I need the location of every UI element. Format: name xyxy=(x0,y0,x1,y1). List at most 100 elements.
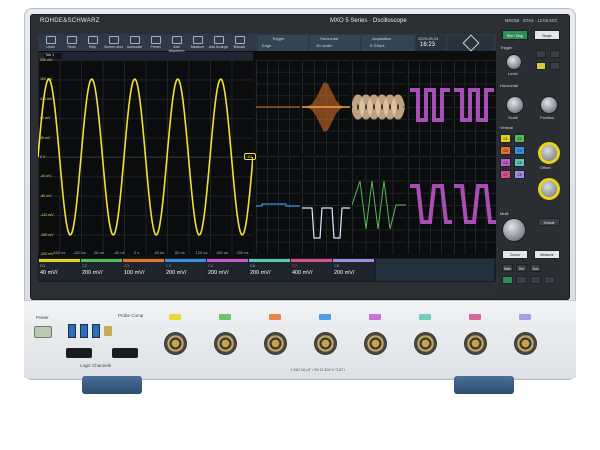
acquisition-info[interactable]: Acquisition 5 GSa/s xyxy=(362,35,414,51)
toolbar-button-0[interactable]: Undo xyxy=(40,35,61,50)
bnc-input-3[interactable] xyxy=(264,332,287,355)
bnc-input-2[interactable] xyxy=(214,332,237,355)
plot-zoom-1[interactable] xyxy=(256,60,300,154)
step-plot[interactable] xyxy=(302,156,350,254)
channel-select-c8[interactable]: C8 xyxy=(514,170,525,179)
trigger-button-3[interactable] xyxy=(536,62,546,70)
toolbar-button-4[interactable]: Autoscale xyxy=(124,35,145,50)
channel-name: C8 xyxy=(334,263,340,268)
y-tick-label: 80 mV xyxy=(40,116,51,121)
channel-led xyxy=(169,314,181,320)
spectrum-plot[interactable] xyxy=(302,60,350,154)
x-tick-label: 0 s xyxy=(134,250,140,255)
c1-offset-marker[interactable]: C1 xyxy=(244,153,256,160)
channel-box-c7[interactable]: C7 400 mV/ xyxy=(291,259,332,281)
logic-port-1[interactable] xyxy=(66,348,92,358)
brand-logo: ROHDE&SCHWARZ xyxy=(40,18,100,24)
toolbar-button-8[interactable]: Add Arrange xyxy=(208,35,229,50)
channel-scale: 100 mV/ xyxy=(124,270,145,276)
toolbar-button-label: Help xyxy=(88,45,97,49)
toolbar-button-9[interactable]: Bitcode xyxy=(229,35,250,50)
channel-box-c5[interactable]: C5 200 mV/ xyxy=(207,259,248,281)
green-button[interactable] xyxy=(502,276,513,284)
model-label: MXO 5 Series · Oscilloscope xyxy=(330,18,407,24)
horizontal-info[interactable]: Horizontal 40 ns/div xyxy=(310,35,360,51)
menu-button-3[interactable] xyxy=(544,276,555,284)
logic-channels-label: Logic Channels xyxy=(80,363,112,368)
single-button[interactable]: Single xyxy=(534,30,560,40)
ref-button[interactable]: Ref xyxy=(516,264,527,272)
power-button[interactable] xyxy=(34,326,52,338)
x-tick-label: 120 ns xyxy=(195,250,208,255)
toolbar-button-1[interactable]: Redo xyxy=(61,35,82,50)
default-button[interactable]: Default xyxy=(538,218,560,226)
toolbar-button-icon xyxy=(171,36,182,44)
triangle-plot[interactable] xyxy=(351,156,406,254)
toolbar-button-label: Redo xyxy=(67,45,76,49)
channel-led xyxy=(469,314,481,320)
horizontal-position-knob[interactable] xyxy=(540,96,558,114)
trigger-button-1[interactable] xyxy=(536,50,546,58)
run-stop-button[interactable]: Run / Stop xyxy=(502,30,528,40)
modulated-plot[interactable] xyxy=(351,60,406,154)
channel-box-c6[interactable]: C6 200 mV/ xyxy=(249,259,290,281)
channel-name: C5 xyxy=(208,263,214,268)
tab-strip xyxy=(38,52,253,60)
math-button[interactable]: Math xyxy=(502,264,513,272)
bnc-input-5[interactable] xyxy=(364,332,387,355)
channel-select-c2[interactable]: C2 xyxy=(514,134,525,143)
bnc-input-6[interactable] xyxy=(414,332,437,355)
probe-comp-terminal[interactable] xyxy=(104,326,112,336)
channel-box-c4[interactable]: C4 200 mV/ xyxy=(165,259,206,281)
toolbar-button-5[interactable]: Preset xyxy=(145,35,166,50)
toolbar-button-7[interactable]: Measure xyxy=(187,35,208,50)
usb-port-2[interactable] xyxy=(80,324,88,338)
digital-plot-2[interactable] xyxy=(454,60,496,154)
pulse-plot[interactable] xyxy=(256,156,300,254)
logic-port-2[interactable] xyxy=(112,348,138,358)
channel-select-c7[interactable]: C7 xyxy=(500,170,511,179)
bnc-input-4[interactable] xyxy=(314,332,337,355)
trigger-button-2[interactable] xyxy=(550,50,560,58)
bnc-input-8[interactable] xyxy=(514,332,537,355)
trigger-info[interactable]: Trigger Edge xyxy=(258,35,308,51)
offset-label: Offset xyxy=(540,165,551,170)
date-label: 2023-05-24 xyxy=(418,36,439,41)
toolbar-button-2[interactable]: Help xyxy=(82,35,103,50)
channel-box-c1[interactable]: C1 40 mV/ xyxy=(39,259,80,281)
bnc-input-1[interactable] xyxy=(164,332,187,355)
toolbar-button-3[interactable]: Screen-shot xyxy=(103,35,124,50)
y-tick-label: -160 mV xyxy=(40,232,54,237)
channel-select-c4[interactable]: C4 xyxy=(514,146,525,155)
bnc-input-7[interactable] xyxy=(464,332,487,355)
trigger-level-knob[interactable] xyxy=(506,54,522,70)
channel-box-c3[interactable]: C3 100 mV/ xyxy=(123,259,164,281)
channel-scale: 200 mV/ xyxy=(166,270,187,276)
channel-select-c6[interactable]: C6 xyxy=(514,158,525,167)
model-spec-label: MXO58 · 2GHz · 12-bit ADC xyxy=(505,18,558,23)
usb-port-3[interactable] xyxy=(92,324,100,338)
usb-port-1[interactable] xyxy=(68,324,76,338)
measure-button[interactable]: Measure xyxy=(534,250,560,259)
toolbar-button-6[interactable]: Add Waveform xyxy=(166,35,187,53)
channel-select-c5[interactable]: C5 xyxy=(500,158,511,167)
channel-select-c3[interactable]: C3 xyxy=(500,146,511,155)
eye-plot-2-svg xyxy=(454,184,496,224)
vertical-position-knob[interactable] xyxy=(538,142,560,164)
multi-knob[interactable] xyxy=(502,218,526,242)
trigger-button-4[interactable] xyxy=(550,62,560,70)
eye-plot-2[interactable] xyxy=(454,156,496,254)
horizontal-scale-knob[interactable] xyxy=(506,96,524,114)
digital-plot-1[interactable] xyxy=(408,60,452,154)
channel-scale: 40 mV/ xyxy=(40,270,58,276)
main-waveform-plot[interactable] xyxy=(37,60,254,254)
menu-button-2[interactable] xyxy=(530,276,541,284)
menu-button-1[interactable] xyxy=(516,276,527,284)
channel-box-c2[interactable]: C2 200 mV/ xyxy=(81,259,122,281)
bus-button[interactable]: Bus xyxy=(530,264,541,272)
cursor-button[interactable]: Cursor xyxy=(502,250,528,259)
vertical-scale-knob[interactable] xyxy=(538,178,560,200)
eye-plot-1[interactable] xyxy=(408,156,452,254)
channel-select-c1[interactable]: C1 xyxy=(500,134,511,143)
channel-box-c8[interactable]: C8 200 mV/ xyxy=(333,259,374,281)
